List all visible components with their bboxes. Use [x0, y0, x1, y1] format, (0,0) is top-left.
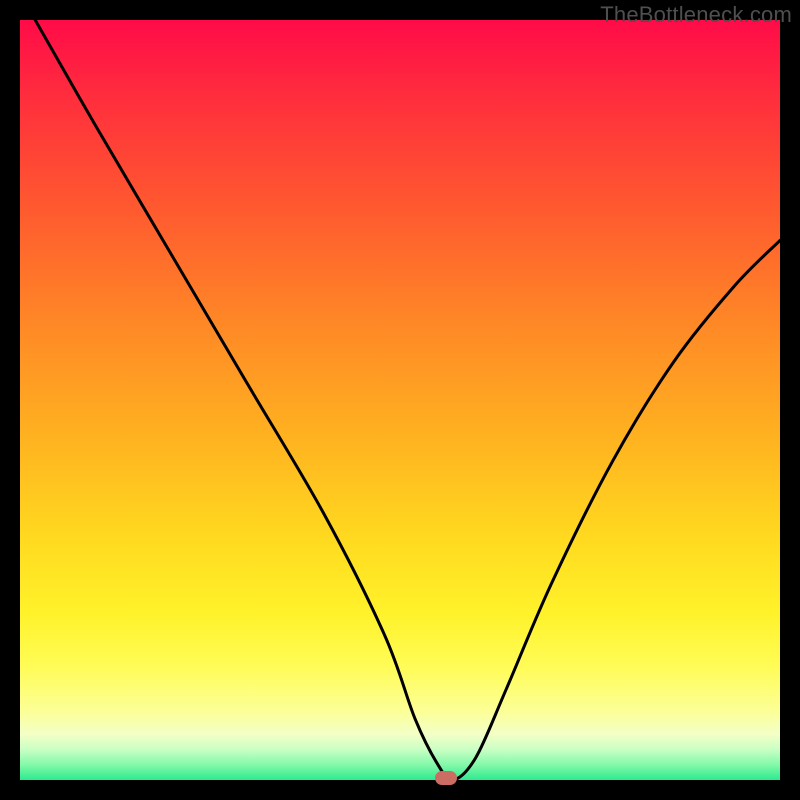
chart-frame: TheBottleneck.com: [0, 0, 800, 800]
bottleneck-curve: [20, 20, 780, 780]
optimal-point-marker: [435, 771, 457, 785]
watermark-text: TheBottleneck.com: [600, 2, 792, 28]
